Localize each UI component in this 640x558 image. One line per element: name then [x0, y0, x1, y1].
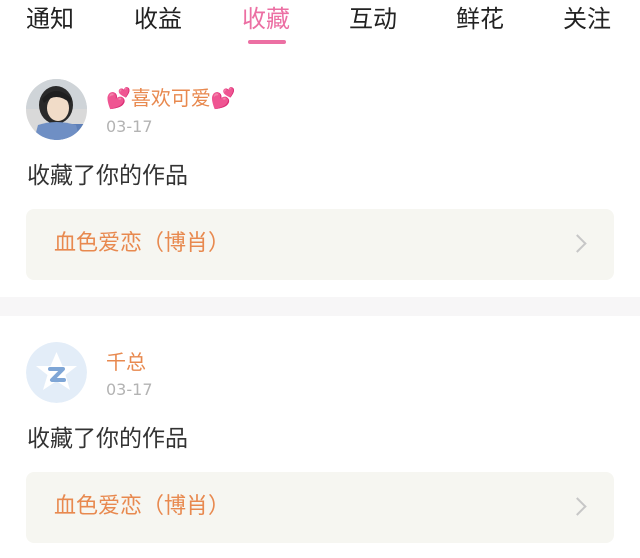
- timestamp: 03-17: [106, 117, 153, 136]
- action-text: 收藏了你的作品: [27, 426, 188, 452]
- tab-earnings[interactable]: 收益: [134, 2, 182, 36]
- avatar[interactable]: [26, 342, 87, 403]
- work-title: 血色爱恋（博肖）: [54, 231, 231, 256]
- work-title: 血色爱恋（博肖）: [54, 494, 231, 519]
- heart-icon: 💕: [106, 86, 131, 110]
- tab-notifications[interactable]: 通知: [26, 2, 74, 36]
- action-text: 收藏了你的作品: [27, 163, 188, 189]
- work-link[interactable]: 血色爱恋（博肖）: [26, 209, 614, 280]
- username[interactable]: 千总: [106, 348, 146, 376]
- heart-icon: 💕: [210, 86, 236, 110]
- chevron-right-icon: [568, 497, 587, 516]
- qq-default-avatar-icon: [26, 342, 87, 403]
- work-link[interactable]: 血色爱恋（博肖）: [26, 472, 614, 543]
- section-divider: [0, 297, 640, 316]
- avatar[interactable]: [26, 79, 87, 140]
- tab-following[interactable]: 关注: [563, 2, 611, 36]
- chevron-right-icon: [568, 234, 587, 253]
- user-photo-icon: [26, 79, 87, 140]
- timestamp: 03-17: [106, 380, 153, 399]
- tab-flowers[interactable]: 鲜花: [456, 2, 504, 36]
- username[interactable]: 💕喜欢可爱💕: [106, 84, 236, 112]
- tab-favorites[interactable]: 收藏: [242, 2, 290, 36]
- tab-interactions[interactable]: 互动: [349, 2, 397, 36]
- active-tab-indicator: [248, 40, 286, 44]
- tab-bar: 通知 收益 收藏 互动 鲜花 关注: [0, 0, 640, 48]
